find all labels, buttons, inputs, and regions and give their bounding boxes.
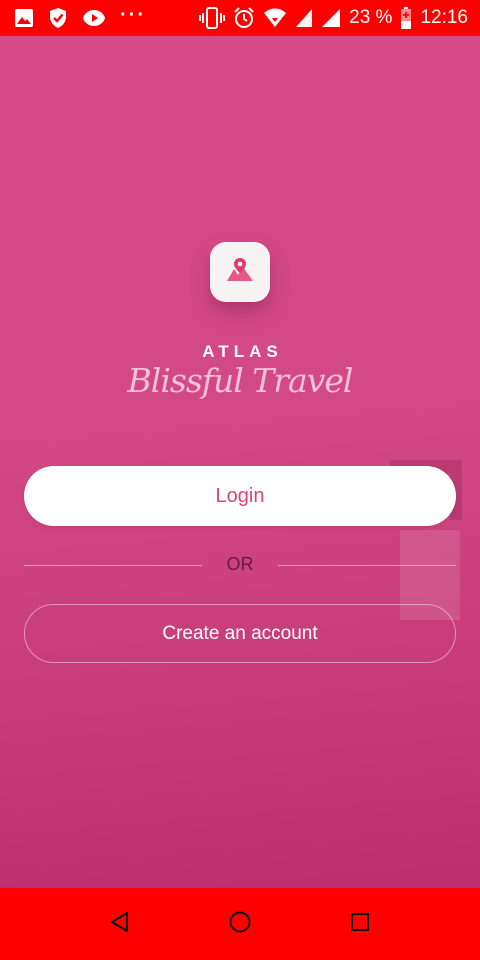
create-account-button[interactable]: Create an account	[24, 604, 456, 663]
system-icons: 23 % 12:16	[199, 7, 468, 29]
back-button[interactable]	[106, 910, 134, 938]
more-notifications-indicator: ···	[120, 4, 146, 26]
app-screen: ··· 23 % 12:16 ATLAS Blissful Travel Log…	[0, 0, 480, 960]
back-icon	[109, 911, 131, 938]
welcome-screen: ATLAS Blissful Travel Login OR Create an…	[0, 36, 480, 888]
battery-charging-icon	[400, 7, 412, 29]
navigation-bar	[0, 888, 480, 960]
map-pin-icon	[225, 257, 255, 288]
app-logo	[210, 242, 270, 302]
home-icon	[228, 910, 252, 939]
recents-icon	[349, 911, 371, 938]
play-icon	[82, 8, 106, 28]
home-button[interactable]	[226, 910, 254, 938]
brand-tagline: Blissful Travel	[127, 361, 354, 400]
alarm-icon	[233, 7, 255, 29]
wifi-icon	[263, 8, 287, 28]
clock: 12:16	[420, 7, 468, 28]
shield-check-icon	[48, 7, 68, 29]
recents-button[interactable]	[346, 910, 374, 938]
status-bar: ··· 23 % 12:16	[0, 0, 480, 36]
signal-icon	[295, 8, 313, 28]
divider-line-right	[278, 565, 456, 566]
battery-percentage: 23 %	[349, 7, 393, 28]
divider-line-left	[24, 565, 202, 566]
brand-name: ATLAS	[202, 342, 283, 361]
login-button[interactable]: Login	[24, 466, 456, 526]
or-divider-text: OR	[226, 554, 254, 574]
vibrate-icon	[199, 7, 226, 29]
image-icon	[14, 8, 34, 28]
notification-icons: ···	[14, 4, 146, 29]
signal-icon	[321, 8, 341, 28]
